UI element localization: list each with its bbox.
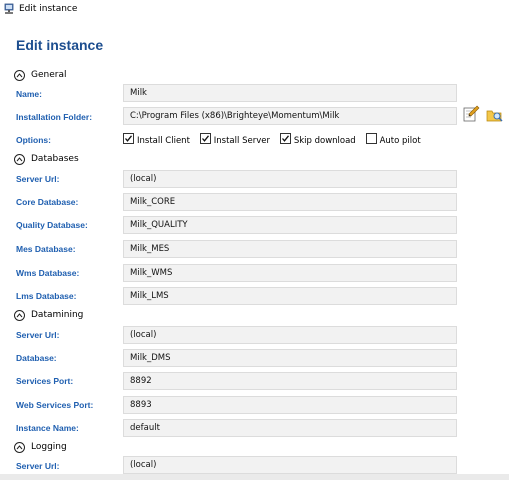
- name-field[interactable]: Milk: [123, 84, 457, 102]
- horizontal-scrollbar[interactable]: [0, 474, 509, 480]
- skip-download-label: Skip download: [293, 136, 356, 146]
- dm-database-field[interactable]: Milk_DMS: [123, 349, 457, 367]
- chevron-up-icon[interactable]: [14, 442, 25, 453]
- option-install-client[interactable]: Install Client: [123, 133, 190, 146]
- option-auto-pilot[interactable]: Auto pilot: [365, 133, 421, 146]
- services-port-field[interactable]: 8892: [123, 372, 457, 390]
- dm-server-url-field[interactable]: (local): [123, 326, 457, 344]
- browse-folder-icon[interactable]: [486, 106, 504, 124]
- option-skip-download[interactable]: Skip download: [279, 133, 356, 146]
- db-server-url-label: Server Url:: [16, 174, 60, 184]
- window-titlebar: Edit instance: [0, 0, 509, 20]
- instance-name-label: Instance Name:: [16, 423, 79, 433]
- installation-folder-field[interactable]: C:\Program Files (x86)\Brighteye\Momentu…: [123, 107, 457, 125]
- web-services-port-label: Web Services Port:: [16, 400, 94, 410]
- skip-download-checkbox[interactable]: [279, 133, 291, 144]
- services-port-label: Services Port:: [16, 376, 74, 386]
- core-database-field[interactable]: Milk_CORE: [123, 193, 457, 211]
- options-label: Options:: [16, 135, 51, 145]
- mes-database-field[interactable]: Milk_MES: [123, 240, 457, 258]
- log-server-url-field[interactable]: (local): [123, 456, 457, 474]
- auto-pilot-checkbox[interactable]: [365, 133, 377, 144]
- instance-name-field[interactable]: default: [123, 419, 457, 437]
- dm-server-url-label: Server Url:: [16, 330, 60, 340]
- wms-database-field[interactable]: Milk_WMS: [123, 264, 457, 282]
- mes-database-label: Mes Database:: [16, 244, 76, 254]
- section-datamining-label: Datamining: [31, 310, 84, 320]
- quality-database-field[interactable]: Milk_QUALITY: [123, 216, 457, 234]
- edit-pencil-icon[interactable]: [462, 105, 480, 123]
- option-install-server[interactable]: Install Server: [199, 133, 270, 146]
- web-services-port-field[interactable]: 8893: [123, 396, 457, 414]
- install-server-label: Install Server: [213, 136, 270, 146]
- lms-database-field[interactable]: Milk_LMS: [123, 287, 457, 305]
- wms-database-label: Wms Database:: [16, 268, 80, 278]
- app-window-icon: [3, 3, 15, 15]
- section-general-label: General: [31, 70, 67, 80]
- quality-database-label: Quality Database:: [16, 220, 88, 230]
- db-server-url-field[interactable]: (local): [123, 170, 457, 188]
- install-server-checkbox[interactable]: [199, 133, 211, 144]
- lms-database-label: Lms Database:: [16, 291, 77, 301]
- section-databases-label: Databases: [31, 154, 79, 164]
- chevron-up-icon[interactable]: [14, 70, 25, 81]
- page-title: Edit instance: [16, 37, 104, 53]
- dm-database-label: Database:: [16, 353, 57, 363]
- log-server-url-label: Server Url:: [16, 461, 60, 471]
- window-title: Edit instance: [19, 4, 78, 14]
- name-label: Name:: [16, 89, 42, 99]
- install-client-label: Install Client: [137, 136, 190, 146]
- auto-pilot-label: Auto pilot: [379, 136, 421, 146]
- chevron-up-icon[interactable]: [14, 310, 25, 321]
- installation-folder-label: Installation Folder:: [16, 112, 93, 122]
- section-logging-label: Logging: [31, 442, 67, 452]
- chevron-up-icon[interactable]: [14, 154, 25, 165]
- install-client-checkbox[interactable]: [123, 133, 134, 144]
- core-database-label: Core Database:: [16, 197, 79, 207]
- options-group: Install Client Install Server Skip downl…: [123, 133, 428, 147]
